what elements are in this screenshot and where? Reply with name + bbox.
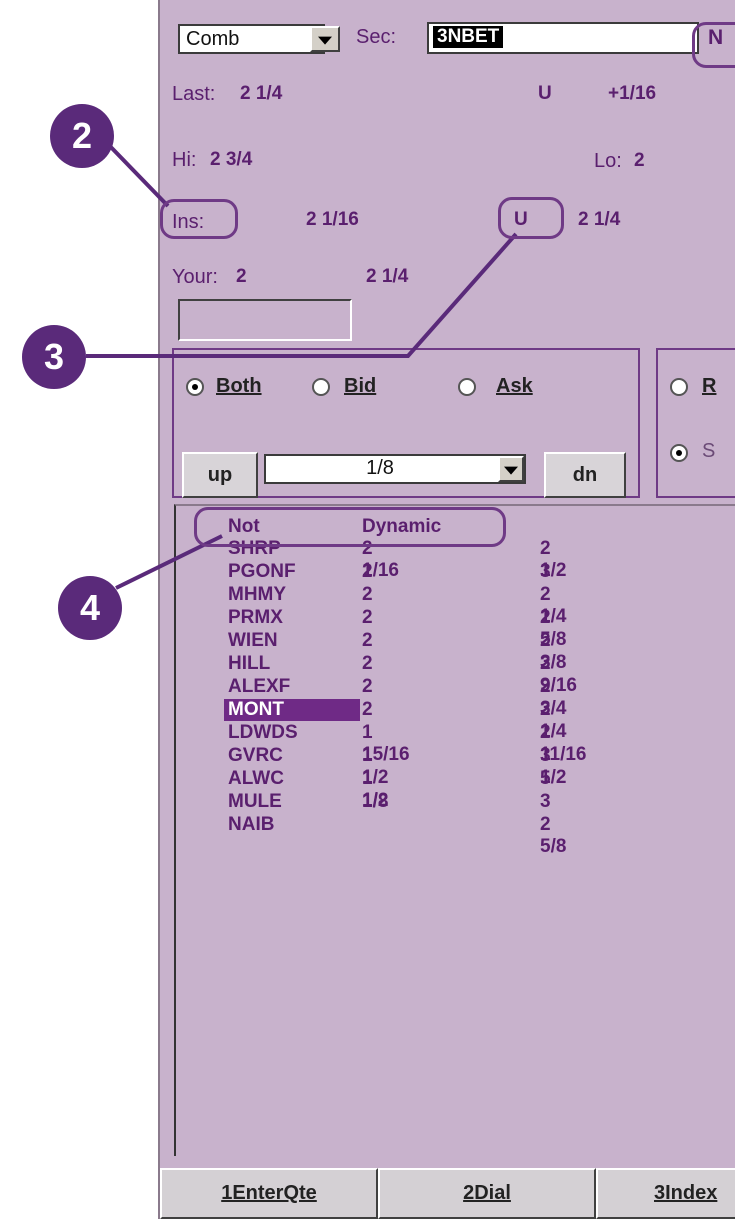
mm-name: HILL — [228, 653, 271, 674]
mm-name: PRMX — [228, 607, 283, 628]
sec-label: Sec: — [356, 26, 397, 48]
view-mode-combo[interactable]: Comb — [178, 24, 325, 54]
market-maker-list[interactable]: Not Dynamic SHRP 2 1/16 2 1/2 PGONF 2 3 MHMY 2 2… — [174, 504, 735, 1156]
mm-bid: 2 — [362, 699, 373, 720]
callout-bubble-tick — [498, 197, 564, 239]
last-label: Last: — [172, 83, 216, 105]
your-label: Your: — [172, 266, 218, 288]
inside-ask: 2 1/4 — [578, 209, 621, 230]
your-bid: 2 — [236, 266, 247, 287]
callout-bubble-dynamic — [194, 507, 506, 547]
callout-4-marker: 4 — [58, 576, 122, 640]
dn-button[interactable]: dn — [544, 452, 626, 498]
lo-value: 2 — [634, 150, 645, 171]
mm-bid: 1/8 — [362, 791, 389, 812]
s-label: S — [702, 440, 716, 462]
enter-quote-button[interactable]: 1EnterQte — [160, 1168, 378, 1219]
mm-bid: 2 — [362, 630, 373, 651]
mm-bid: 2 — [362, 653, 373, 674]
lo-label: Lo: — [594, 150, 622, 172]
index-label: 3Index — [654, 1182, 718, 1204]
order-entry-box[interactable] — [178, 299, 352, 341]
view-mode-dropdown-button[interactable] — [310, 26, 340, 52]
hi-label: Hi: — [172, 149, 197, 171]
mm-ask: 2 5/8 — [540, 814, 567, 857]
r-label: R — [702, 375, 716, 398]
dial-label: 2Dial — [463, 1182, 511, 1204]
mm-name: MHMY — [228, 584, 287, 605]
index-button[interactable]: 3Index — [596, 1168, 735, 1219]
bid-label-text: Bid — [344, 375, 377, 397]
bid-label: Bid — [344, 375, 376, 398]
chevron-down-icon — [318, 36, 332, 45]
mm-bid: 2 — [362, 607, 373, 628]
mm-name: MULE — [228, 791, 282, 812]
mm-ask: 3 — [540, 561, 551, 582]
mm-ask: 3 — [540, 791, 551, 812]
mm-name: MONT — [224, 699, 360, 721]
bid-radio[interactable] — [312, 378, 330, 396]
mm-name: PGONF — [228, 561, 296, 582]
mm-bid: 2 — [362, 676, 373, 697]
trading-window: Comb Sec: 3NBET N Last: 2 1/4 U +1/16 Hi… — [158, 0, 735, 1219]
hi-value: 2 3/4 — [210, 149, 253, 170]
enter-quote-label: 1EnterQte — [221, 1182, 317, 1204]
mm-name: LDWDS — [228, 722, 298, 743]
tick-indicator: U — [538, 83, 552, 104]
callout-2-marker: 2 — [50, 104, 114, 168]
view-mode-value: Comb — [186, 28, 240, 50]
mm-bid: 2 — [362, 561, 373, 582]
s-radio[interactable] — [670, 444, 688, 462]
mm-name: ALEXF — [228, 676, 291, 697]
increment-value: 1/8 — [366, 457, 394, 479]
ask-label: Ask — [496, 375, 533, 398]
both-label: Both — [216, 375, 262, 398]
right-option-group — [656, 348, 735, 498]
callout-3-marker: 3 — [22, 325, 86, 389]
last-value: 2 1/4 — [240, 83, 283, 104]
mm-name: GVRC — [228, 745, 283, 766]
callout-bubble-ins — [160, 199, 238, 239]
mm-name: WIEN — [228, 630, 278, 651]
ask-radio[interactable] — [458, 378, 476, 396]
your-ask: 2 1/4 — [366, 266, 409, 287]
both-label-text: Both — [216, 375, 262, 397]
security-value: 3NBET — [433, 26, 504, 48]
r-radio[interactable] — [670, 378, 688, 396]
up-button[interactable]: up — [182, 452, 258, 498]
dial-button[interactable]: 2Dial — [378, 1168, 596, 1219]
both-radio[interactable] — [186, 378, 204, 396]
callout-bubble-corner — [692, 22, 735, 68]
increment-dropdown-button[interactable] — [498, 456, 524, 482]
ask-label-text: Ask — [496, 375, 533, 397]
mm-name: NAIB — [228, 814, 275, 835]
chevron-down-icon — [504, 466, 518, 475]
mm-ask: 5 — [540, 768, 551, 789]
increment-select[interactable]: 1/8 — [264, 454, 526, 484]
inside-bid: 2 1/16 — [306, 209, 359, 230]
r-label-text: R — [702, 375, 717, 397]
security-input[interactable]: 3NBET — [427, 22, 699, 54]
net-change: +1/16 — [608, 83, 657, 104]
mm-bid: 2 — [362, 584, 373, 605]
mm-name: ALWC — [228, 768, 284, 789]
